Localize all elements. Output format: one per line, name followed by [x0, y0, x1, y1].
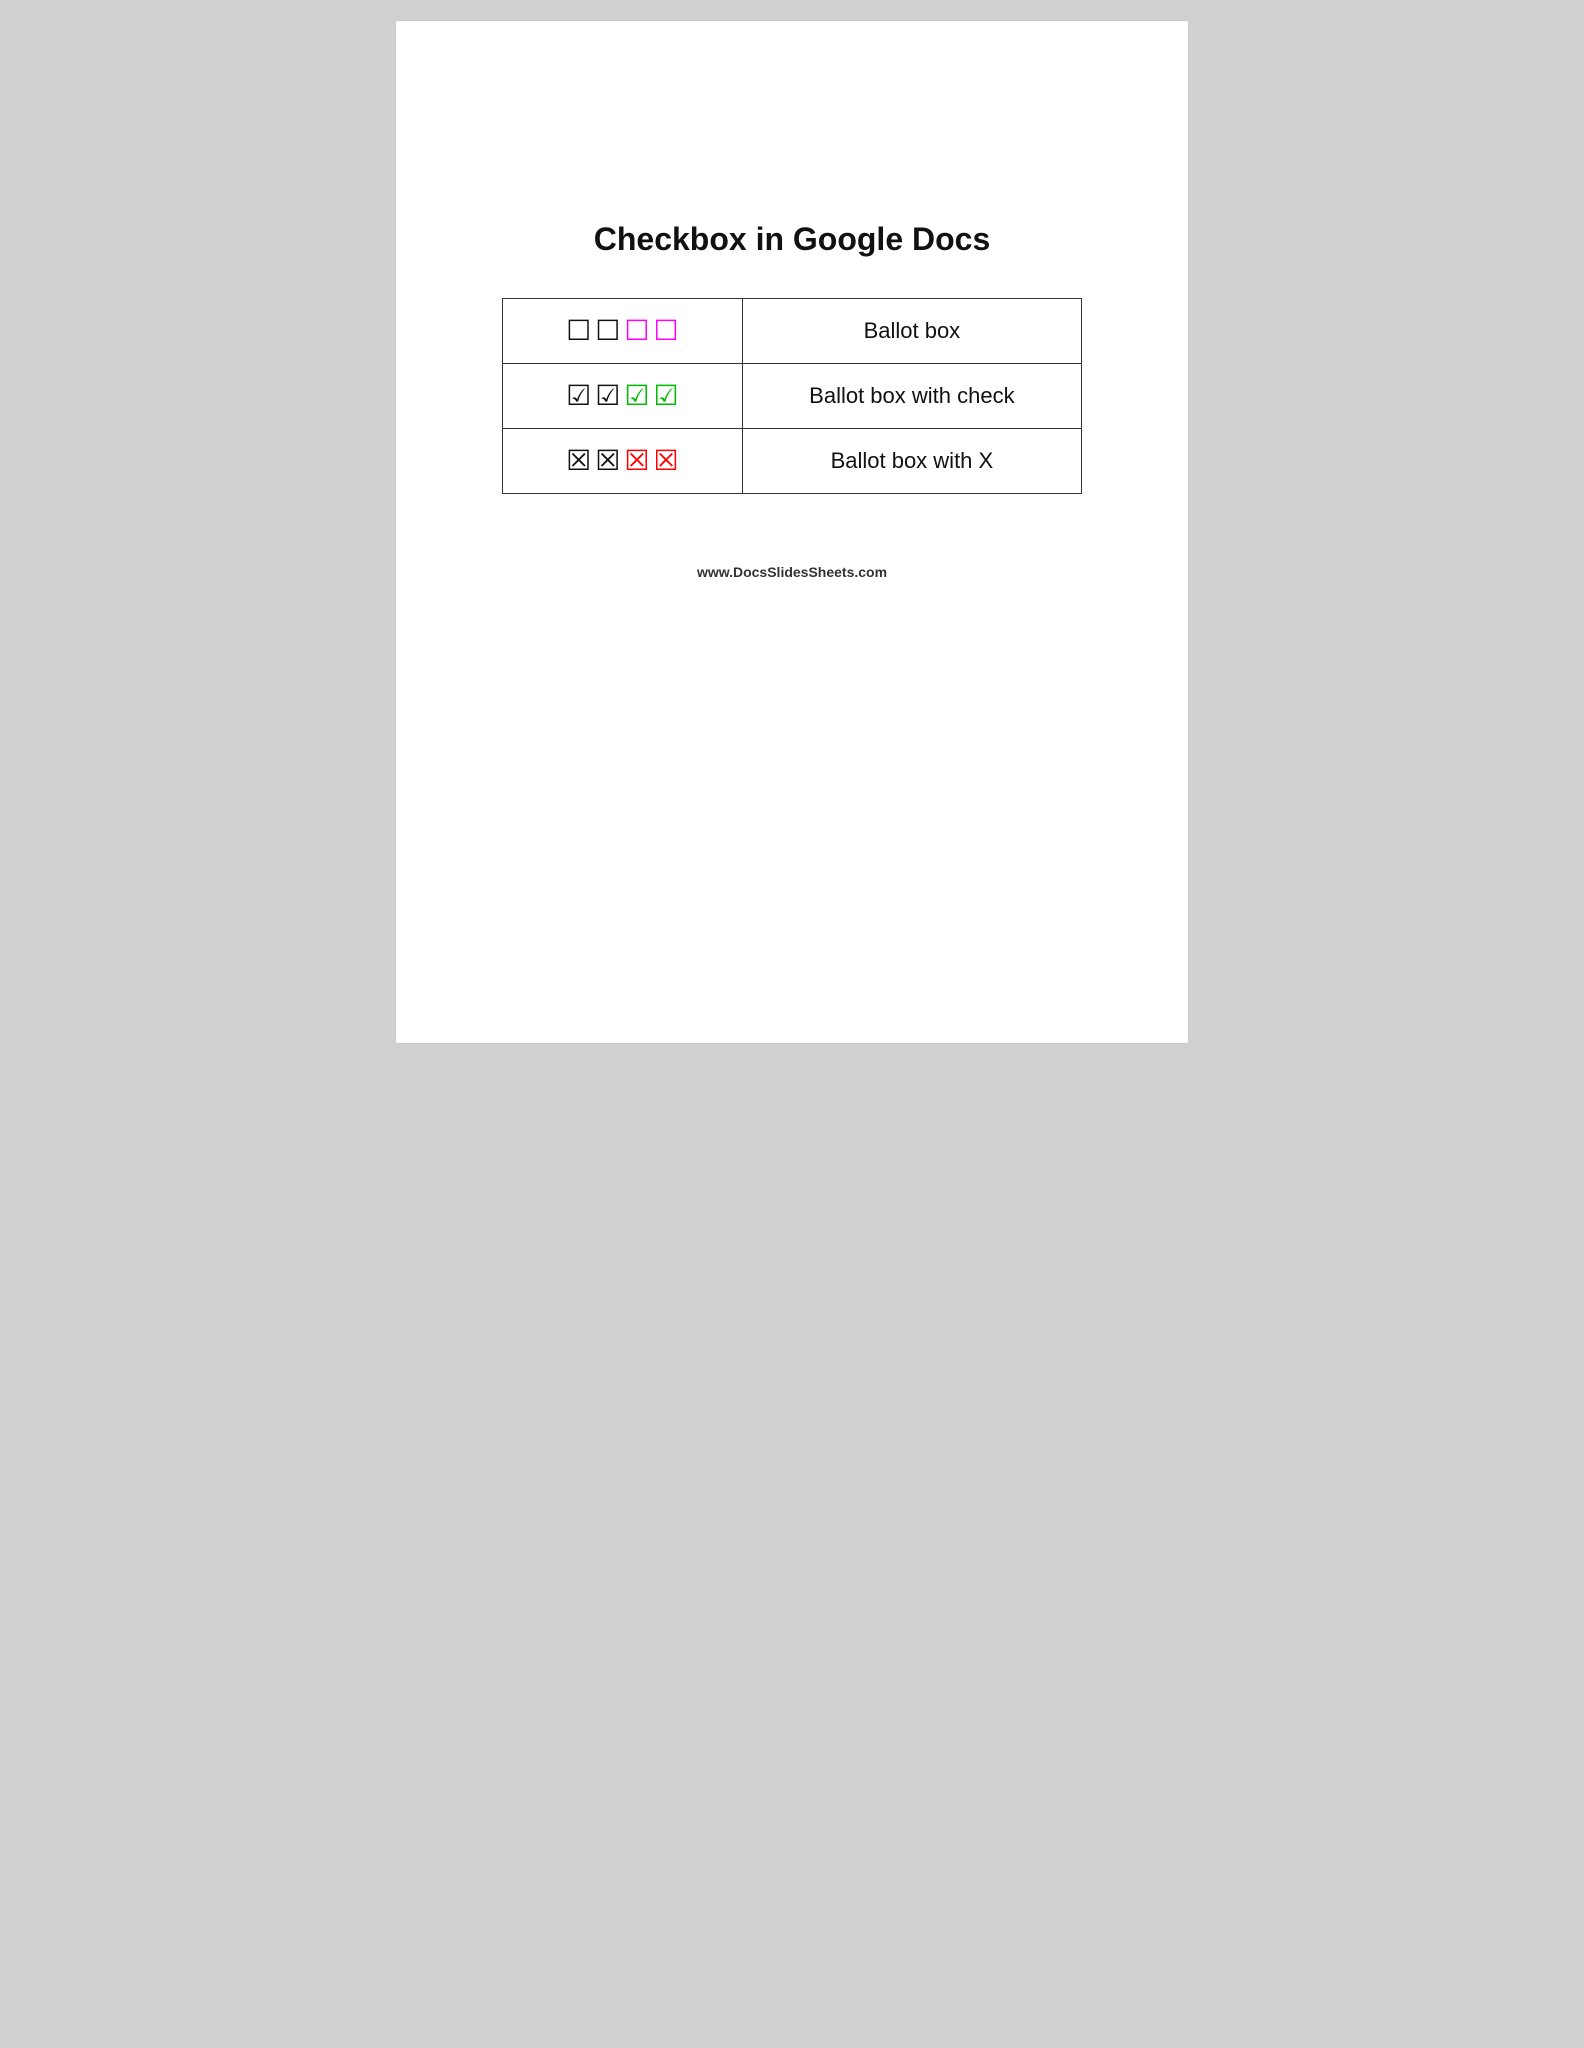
checkbox-table: ☐☐☐☐Ballot box☑☑☑☑Ballot box with check☒… [502, 298, 1082, 494]
symbol-1-1: ☑ [595, 382, 620, 410]
row-label: Ballot box with X [742, 429, 1081, 494]
row-label: Ballot box [742, 299, 1081, 364]
symbol-0-1: ☐ [595, 317, 620, 345]
symbol-1-2: ☑ [624, 382, 649, 410]
symbol-2-3: ☒ [653, 447, 678, 475]
symbol-2-0: ☒ [566, 447, 591, 475]
symbols-cell: ☑☑☑☑ [503, 364, 743, 429]
symbol-2-1: ☒ [595, 447, 620, 475]
symbol-1-3: ☑ [653, 382, 678, 410]
symbols-cell: ☐☐☐☐ [503, 299, 743, 364]
table-row: ☒☒☒☒Ballot box with X [503, 429, 1082, 494]
symbol-1-0: ☑ [566, 382, 591, 410]
table-row: ☑☑☑☑Ballot box with check [503, 364, 1082, 429]
table-row: ☐☐☐☐Ballot box [503, 299, 1082, 364]
page-title: Checkbox in Google Docs [594, 221, 991, 258]
website-label: www.DocsSlidesSheets.com [697, 564, 887, 580]
document-page: Checkbox in Google Docs ☐☐☐☐Ballot box☑☑… [395, 20, 1189, 1044]
symbol-0-3: ☐ [653, 317, 678, 345]
symbol-2-2: ☒ [624, 447, 649, 475]
symbol-0-2: ☐ [624, 317, 649, 345]
symbols-cell: ☒☒☒☒ [503, 429, 743, 494]
symbol-0-0: ☐ [566, 317, 591, 345]
row-label: Ballot box with check [742, 364, 1081, 429]
